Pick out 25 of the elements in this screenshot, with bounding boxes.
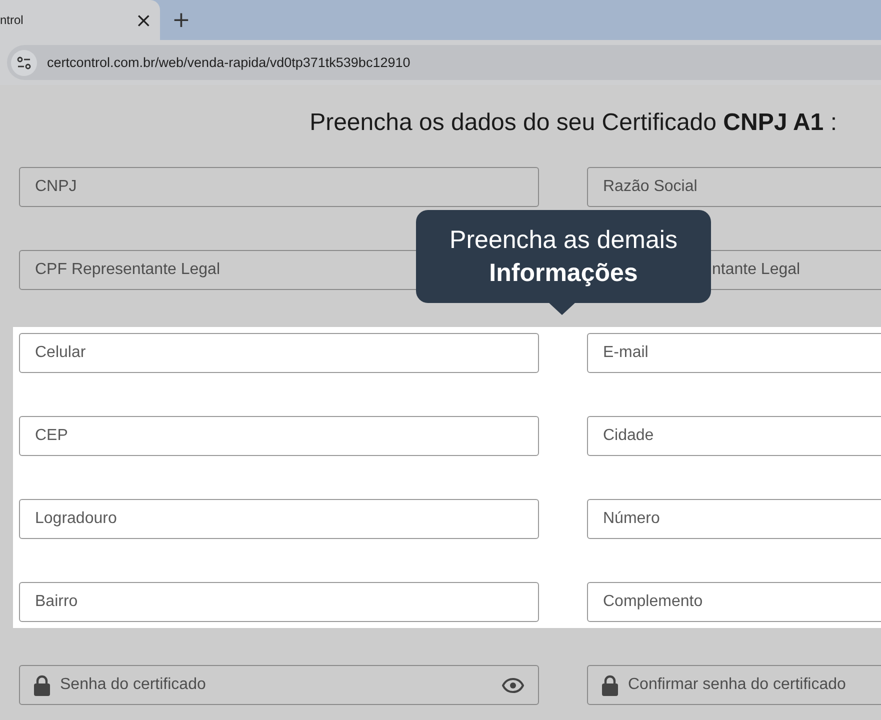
new-tab-button[interactable]: + <box>168 10 194 32</box>
input-field[interactable]: Razão Social <box>587 167 881 207</box>
input-field[interactable]: Logradouro <box>19 499 539 539</box>
password-field[interactable]: Confirmar senha do certificado <box>587 665 881 705</box>
password-field[interactable]: Senha do certificado <box>19 665 539 705</box>
input-field[interactable]: Número <box>587 499 881 539</box>
input-field[interactable]: Cidade <box>587 416 881 456</box>
address-bar[interactable]: certcontrol.com.br/web/venda-rapida/vd0tp371tk539bc12910 <box>7 45 881 80</box>
site-settings-icon[interactable] <box>11 50 37 76</box>
password-input[interactable]: Confirmar senha do certificado <box>628 676 881 694</box>
input-field[interactable]: Complemento <box>587 582 881 622</box>
input-field[interactable]: Celular <box>19 333 539 373</box>
lock-icon <box>602 674 618 696</box>
eye-icon[interactable] <box>502 678 524 692</box>
url-text: certcontrol.com.br/web/venda-rapida/vd0tp371tk539bc12910 <box>47 55 410 70</box>
page-title: Preencha os dados do seu Certificado CNPJ A1 : <box>310 108 837 138</box>
browser-tab[interactable]: ntrol × <box>0 0 160 40</box>
input-field[interactable]: E-mail <box>587 333 881 373</box>
input-field[interactable]: Bairro <box>19 582 539 622</box>
tab-title: ntrol <box>0 13 24 27</box>
password-input[interactable]: Senha do certificado <box>60 676 492 694</box>
close-tab-button[interactable]: × <box>131 10 156 30</box>
input-field[interactable]: CEP <box>19 416 539 456</box>
lock-icon <box>34 674 50 696</box>
input-field[interactable]: CNPJ <box>19 167 539 207</box>
